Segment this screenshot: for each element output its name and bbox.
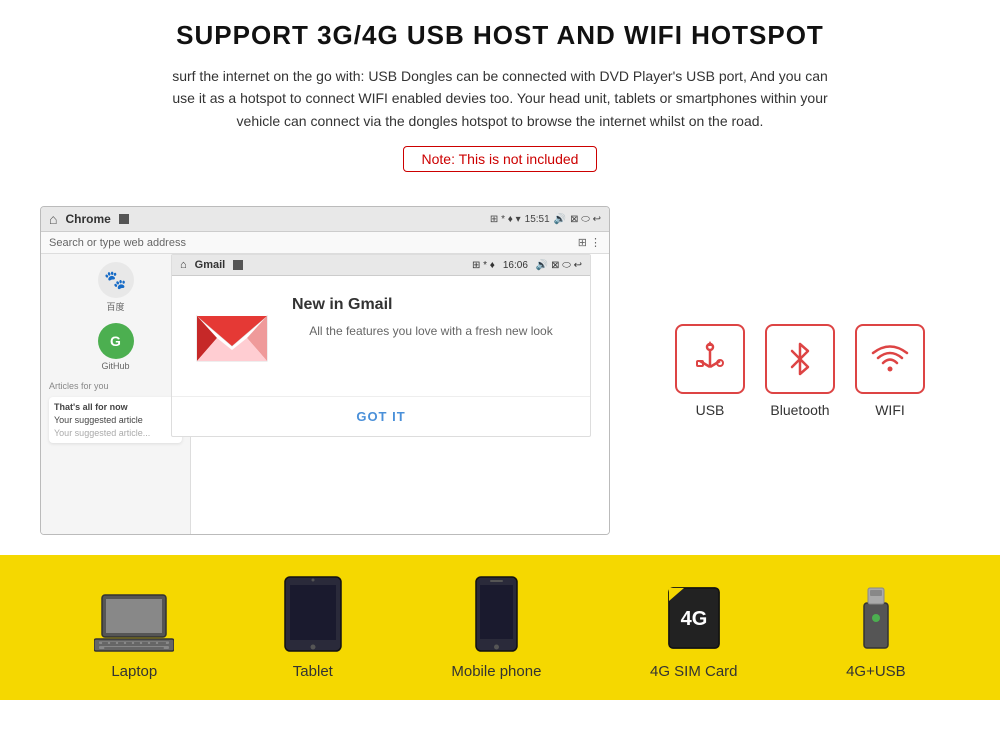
- baidu-item: 🐾 百度: [49, 262, 182, 313]
- misc-icons: ⊠ ⬭ ↩: [570, 214, 601, 225]
- chrome-card: That's all for now Your suggested articl…: [49, 397, 182, 443]
- usb-icon-box: [675, 324, 745, 394]
- gmail-label: Gmail: [195, 259, 226, 271]
- icons-section: USB Bluetooth: [640, 324, 960, 418]
- gmail-logo-svg: [192, 296, 272, 376]
- sim-item: 4G 4G SIM Card: [650, 583, 738, 680]
- tablet-label: Tablet: [293, 663, 333, 680]
- usb-svg: [690, 339, 730, 379]
- gmail-stop: [233, 260, 243, 270]
- address-text: Search or type web address: [49, 237, 186, 249]
- chrome-bar: ⌂ Chrome ⊞ * ♦ ▾ 15:51 🔊 ⊠ ⬭ ↩: [41, 207, 609, 232]
- chrome-panel: 🐾 百度 G GitHub Articles for you That's al…: [41, 254, 191, 534]
- gmail-content: New in Gmail All the features you love w…: [292, 296, 570, 340]
- baidu-label: 百度: [106, 300, 124, 313]
- wifi-icon-box: [855, 324, 925, 394]
- time1: 15:51: [525, 214, 550, 225]
- laptop-item: Laptop: [94, 593, 174, 680]
- github-label: GitHub: [101, 361, 129, 371]
- sim-label: 4G SIM Card: [650, 663, 738, 680]
- sim-svg: 4G: [664, 583, 724, 653]
- wifi-label: WIFI: [875, 402, 905, 418]
- phone-label: Mobile phone: [451, 663, 541, 680]
- gmail-time: 16:06: [503, 260, 528, 271]
- gmail-bar: ⌂ Gmail ⊞ * ♦ 16:06 🔊 ⊠ ⬭ ↩: [172, 255, 590, 276]
- usb-icon-item: USB: [675, 324, 745, 418]
- usb-drive-svg: [856, 583, 896, 653]
- gmail-home-icon: ⌂: [180, 259, 187, 271]
- card-extra: Your suggested article...: [54, 428, 177, 438]
- svg-text:4G: 4G: [680, 608, 707, 630]
- icon-row: USB Bluetooth: [675, 324, 925, 418]
- gmail-desc: All the features you love with a fresh n…: [292, 322, 570, 340]
- browser-mockup: ⌂ Chrome ⊞ * ♦ ▾ 15:51 🔊 ⊠ ⬭ ↩ Search or…: [40, 206, 610, 535]
- wifi-svg: [870, 339, 910, 379]
- laptop-svg: [94, 593, 174, 653]
- bt-icon-box: [765, 324, 835, 394]
- signal-icons: ⊞ * ♦ ▾: [490, 214, 521, 225]
- note-badge: Note: This is not included: [403, 146, 598, 172]
- baidu-icon: 🐾: [98, 262, 134, 298]
- page-title: SUPPORT 3G/4G USB HOST AND WIFI HOTSPOT: [40, 20, 960, 51]
- status-icons: ⊞ * ♦ ▾ 15:51 🔊 ⊠ ⬭ ↩: [490, 214, 601, 225]
- card-title: That's all for now: [54, 402, 177, 412]
- browser-body: 🐾 百度 G GitHub Articles for you That's al…: [41, 254, 609, 534]
- wifi-icon-item: WIFI: [855, 324, 925, 418]
- gmail-title: New in Gmail: [292, 296, 570, 314]
- got-it-button[interactable]: GOT IT: [172, 396, 590, 436]
- bottom-section: Laptop Tablet Mobile phone 4G 4G: [0, 555, 1000, 700]
- note-container: Note: This is not included: [40, 146, 960, 190]
- gmail-overlay: ⌂ Gmail ⊞ * ♦ 16:06 🔊 ⊠ ⬭ ↩: [171, 254, 591, 437]
- gmail-body: New in Gmail All the features you love w…: [172, 276, 590, 396]
- usb-drive-item: 4G+USB: [846, 583, 906, 680]
- usb-label: USB: [696, 402, 725, 418]
- tablet-svg: [283, 575, 343, 653]
- bluetooth-label: Bluetooth: [770, 402, 829, 418]
- gmail-status: ⊞ * ♦: [472, 260, 495, 271]
- main-content: SUPPORT 3G/4G USB HOST AND WIFI HOTSPOT …: [0, 0, 1000, 535]
- github-icon: G: [98, 323, 134, 359]
- bluetooth-icon-item: Bluetooth: [765, 324, 835, 418]
- github-item: G GitHub: [49, 323, 182, 371]
- phone-item: Mobile phone: [451, 575, 541, 680]
- laptop-label: Laptop: [111, 663, 157, 680]
- phone-svg: [474, 575, 519, 653]
- articles-label: Articles for you: [49, 381, 182, 391]
- middle-section: ⌂ Chrome ⊞ * ♦ ▾ 15:51 🔊 ⊠ ⬭ ↩ Search or…: [40, 206, 960, 535]
- address-actions: ⊞ ⋮: [578, 236, 601, 249]
- tablet-item: Tablet: [283, 575, 343, 680]
- card-subtitle: Your suggested article: [54, 415, 177, 425]
- bluetooth-svg: [780, 339, 820, 379]
- address-bar[interactable]: Search or type web address ⊞ ⋮: [41, 232, 609, 254]
- stop-icon: [119, 214, 129, 224]
- chrome-label: Chrome: [65, 212, 110, 226]
- gmail-icons2: 🔊 ⊠ ⬭ ↩: [536, 260, 582, 271]
- usb-drive-label: 4G+USB: [846, 663, 906, 680]
- home-icon: ⌂: [49, 211, 57, 227]
- subtitle-text: surf the internet on the go with: USB Do…: [160, 65, 840, 132]
- vol-icon: 🔊: [554, 214, 566, 225]
